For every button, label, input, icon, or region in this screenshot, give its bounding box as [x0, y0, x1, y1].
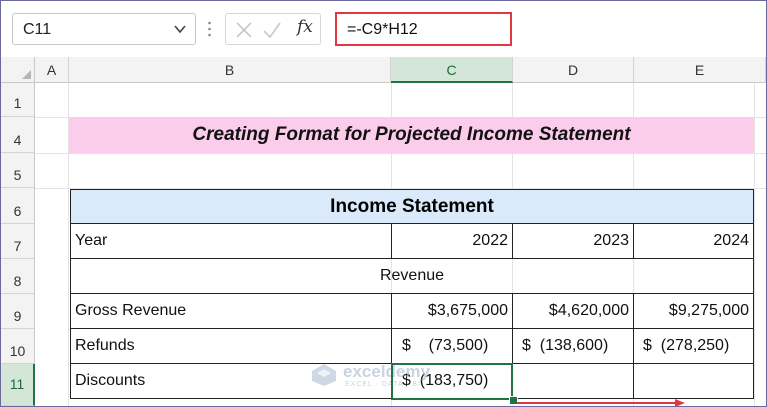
name-box[interactable]: C11	[12, 13, 196, 45]
drag-handle-icon[interactable]	[208, 21, 211, 37]
discounts-label: Discounts	[75, 372, 146, 389]
row-header-7[interactable]: 7	[1, 224, 35, 259]
year-2023: 2023	[593, 232, 629, 249]
table-cell[interactable]: $ (278,250)	[633, 328, 754, 364]
table-cell[interactable]: 2022	[391, 223, 513, 259]
refunds-2024: $ (278,250)	[643, 337, 730, 354]
gridline	[754, 83, 755, 406]
table-cell[interactable]: $ (73,500)	[391, 328, 513, 364]
row-header-9[interactable]: 9	[1, 294, 35, 329]
formula-bar: C11 fx =-C9*H12	[1, 1, 766, 57]
gross-revenue-2024: $9,275,000	[668, 302, 749, 319]
refunds-label: Refunds	[75, 337, 135, 354]
section-revenue: Revenue	[379, 267, 445, 284]
row-header-5[interactable]: 5	[1, 153, 35, 188]
gross-revenue-2022: $3,675,000	[427, 302, 508, 319]
row-header-1[interactable]: 1	[1, 83, 35, 117]
row-header-10[interactable]: 10	[1, 329, 35, 364]
table-cell[interactable]: 2024	[633, 223, 754, 259]
year-2024: 2024	[713, 232, 749, 249]
year-2022: 2022	[472, 232, 508, 249]
formula-input[interactable]: =-C9*H12	[335, 12, 512, 46]
exceldemy-logo-icon	[312, 364, 336, 386]
excel-window: C11 fx =-C9*H12 A B C D E 1 4 5 6 7 8 9 …	[0, 0, 767, 407]
chevron-down-icon[interactable]	[173, 22, 187, 36]
table-cell[interactable]: Gross Revenue	[70, 293, 392, 329]
gridline	[35, 153, 766, 154]
column-header-d[interactable]: D	[513, 57, 634, 83]
row-header-4[interactable]: 4	[1, 117, 35, 153]
insert-function-icon[interactable]: fx	[297, 17, 313, 37]
row-header-11[interactable]: 11	[1, 364, 35, 406]
table-cell[interactable]: Refunds	[70, 328, 392, 364]
column-header-a[interactable]: A	[35, 57, 69, 83]
gross-revenue-label: Gross Revenue	[75, 302, 187, 319]
formula-text: =-C9*H12	[347, 21, 418, 38]
row-header-6[interactable]: 6	[1, 188, 35, 224]
formula-buttons: fx	[225, 13, 321, 45]
active-cell-border[interactable]	[391, 363, 513, 400]
table-cell[interactable]	[633, 363, 754, 399]
sheet-title[interactable]: Creating Format for Projected Income Sta…	[69, 117, 754, 153]
column-header-c[interactable]: C	[391, 57, 513, 83]
select-all-corner[interactable]	[1, 57, 35, 83]
table-header[interactable]: Income Statement	[70, 189, 754, 224]
table-cell[interactable]: $4,620,000	[512, 293, 634, 329]
table-cell[interactable]: Year	[70, 223, 392, 259]
column-header-e[interactable]: E	[634, 57, 766, 83]
row-header-8[interactable]: 8	[1, 259, 35, 294]
table-cell[interactable]: Revenue	[70, 258, 754, 294]
column-header-b[interactable]: B	[69, 57, 391, 83]
fill-arrow-icon	[517, 399, 685, 406]
refunds-2023: $ (138,600)	[522, 337, 609, 354]
table-cell[interactable]: $ (138,600)	[512, 328, 634, 364]
table-cell[interactable]	[512, 363, 634, 399]
cancel-icon[interactable]	[234, 20, 254, 40]
table-cell[interactable]: 2023	[512, 223, 634, 259]
table-cell[interactable]: $3,675,000	[391, 293, 513, 329]
refunds-2022: $ (73,500)	[402, 337, 489, 354]
gross-revenue-2023: $4,620,000	[548, 302, 629, 319]
name-box-value: C11	[23, 21, 52, 38]
check-icon[interactable]	[262, 20, 282, 40]
table-cell[interactable]: $9,275,000	[633, 293, 754, 329]
year-label: Year	[75, 232, 108, 249]
